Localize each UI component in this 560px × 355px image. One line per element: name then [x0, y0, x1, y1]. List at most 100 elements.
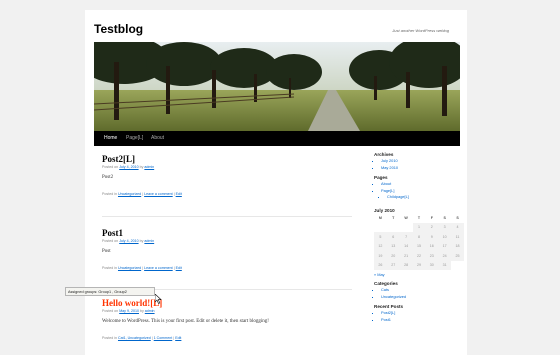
- meta-by: by: [139, 309, 144, 313]
- calendar-pad: [387, 223, 400, 233]
- recent-post-link[interactable]: Post1: [381, 317, 464, 324]
- calendar-day: 16: [425, 241, 439, 251]
- calendar-day: 28: [399, 260, 413, 270]
- edit-link[interactable]: Edit: [175, 336, 181, 340]
- calendar-day: 3: [438, 222, 452, 232]
- calendar-day: 18: [451, 241, 464, 251]
- site-description: Just another WordPress weblog: [392, 28, 449, 33]
- calendar-day[interactable]: 4: [451, 222, 464, 232]
- calendar-day: 8: [412, 232, 426, 242]
- meta-prefix: Posted on: [102, 239, 119, 243]
- post-item: Hello world![L] Posted on May 9, 2010 by…: [102, 298, 352, 340]
- post-content: Post2: [102, 175, 114, 180]
- calendar-table: M T W T F S S 1 2 3 4 5 6 7 8 9 10 11 12…: [374, 214, 464, 271]
- calendar-day: 30: [425, 260, 439, 270]
- page-link-label[interactable]: Page[L]: [381, 188, 394, 193]
- comment-link[interactable]: Leave a comment: [144, 266, 173, 270]
- post-author-link[interactable]: admin: [145, 309, 155, 313]
- post-date-link[interactable]: July 4, 2010: [119, 165, 138, 169]
- assigned-groups-tooltip: Assigned groups: Group1 , Group2: [65, 287, 155, 296]
- calendar-day: 11: [451, 232, 464, 242]
- header-image: [94, 42, 460, 131]
- nav-item-home[interactable]: Home: [99, 131, 122, 146]
- calendar-day: 2: [425, 222, 439, 232]
- nav-item-about[interactable]: About: [146, 131, 169, 146]
- meta-prefix: Posted on: [102, 165, 119, 169]
- calendar-weekday: T: [417, 216, 421, 220]
- utility-separator: |: [173, 192, 175, 196]
- calendar-day: 23: [425, 251, 439, 261]
- calendar-weekday: M: [378, 216, 382, 220]
- pages-widget: Pages About Page[L] Childpage[L]: [374, 175, 464, 201]
- calendar-caption: July 2010: [374, 207, 395, 213]
- calendar-day: 15: [412, 241, 426, 251]
- calendar-pad: [400, 223, 413, 233]
- edit-link[interactable]: Edit: [176, 192, 182, 196]
- post-date-link[interactable]: May 9, 2010: [119, 309, 139, 313]
- page-link[interactable]: Page[L] Childpage[L]: [381, 188, 464, 201]
- category-item[interactable]: Uncategorized: [381, 294, 464, 301]
- calendar-day: 12: [374, 241, 387, 251]
- posted-in-label: Posted in: [102, 336, 117, 340]
- calendar-day: 26: [374, 260, 387, 270]
- calendar-day: 20: [386, 251, 400, 261]
- page-wrapper: Testblog Just another WordPress weblog H…: [85, 10, 467, 355]
- post-item: Post2[L] Posted on July 4, 2010 by admin…: [102, 154, 352, 196]
- post-item: Post1 Posted on July 4, 2010 by admin Po…: [102, 228, 352, 270]
- post-content: Welcome to WordPress. This is your first…: [102, 319, 269, 324]
- posted-in-label: Posted in: [102, 192, 117, 196]
- archive-link[interactable]: May 2010: [381, 165, 464, 172]
- post-utility: Posted in Cat1, Uncategorized | 1 Commen…: [102, 336, 352, 340]
- category-link[interactable]: Uncategorized: [118, 266, 141, 270]
- recent-posts-widget: Recent Posts Post2[L] Post1: [374, 304, 464, 323]
- utility-separator: |: [142, 192, 144, 196]
- meta-by: by: [139, 165, 144, 169]
- calendar-day: 21: [399, 251, 413, 261]
- posted-in-label: Posted in: [102, 266, 117, 270]
- widget-title: Categories: [374, 281, 398, 286]
- calendar-widget: July 2010 M T W T F S S 1 2 3 4 5 6 7 8 …: [374, 207, 464, 277]
- post-utility: Posted in Uncategorized | Leave a commen…: [102, 266, 352, 270]
- calendar-day: 10: [438, 232, 452, 242]
- category-link[interactable]: Uncategorized: [118, 192, 141, 196]
- calendar-weekday: S: [456, 216, 459, 220]
- post-date-link[interactable]: July 4, 2010: [119, 239, 138, 243]
- category-link[interactable]: Cat1, Uncategorized: [118, 336, 151, 340]
- comment-link[interactable]: Leave a comment: [144, 192, 173, 196]
- site-title[interactable]: Testblog: [94, 22, 143, 36]
- calendar-day: 7: [399, 232, 413, 242]
- post-meta: Posted on May 9, 2010 by admin: [102, 309, 352, 313]
- calendar-day: 6: [386, 232, 400, 242]
- utility-separator: |: [142, 266, 144, 270]
- mouse-cursor-icon: [155, 294, 162, 304]
- main-navigation: Home Page[L] About: [94, 131, 460, 146]
- comment-link[interactable]: 1 Comment: [154, 336, 173, 340]
- calendar-prev-link[interactable]: « May: [374, 272, 464, 277]
- post-meta: Posted on July 4, 2010 by admin: [102, 239, 352, 243]
- meta-by: by: [139, 239, 144, 243]
- calendar-day: 13: [386, 241, 400, 251]
- calendar-pad: [451, 261, 464, 271]
- widget-title: Pages: [374, 175, 388, 180]
- post-author-link[interactable]: admin: [144, 239, 154, 243]
- calendar-day: 29: [412, 260, 426, 270]
- post-content: Post: [102, 249, 111, 254]
- calendar-day: 1: [412, 222, 426, 232]
- utility-separator: |: [173, 266, 175, 270]
- categories-widget: Categories Cats Uncategorized: [374, 281, 464, 300]
- post-title[interactable]: Post2[L]: [102, 154, 352, 164]
- edit-link[interactable]: Edit: [176, 266, 182, 270]
- post-author-link[interactable]: admin: [144, 165, 154, 169]
- nav-item-page[interactable]: Page[L]: [121, 131, 148, 146]
- calendar-day: 9: [425, 232, 439, 242]
- calendar-day: 19: [374, 251, 387, 261]
- archives-widget: Archives July 2010 May 2010: [374, 152, 464, 171]
- child-page-link[interactable]: Childpage[L]: [387, 194, 464, 201]
- post-title[interactable]: Hello world![L]: [102, 298, 352, 308]
- calendar-weekday: W: [404, 216, 408, 220]
- calendar-day: 27: [386, 260, 400, 270]
- calendar-day: 31: [438, 260, 452, 270]
- utility-separator: |: [151, 336, 153, 340]
- post-title[interactable]: Post1: [102, 228, 352, 238]
- sidebar: Archives July 2010 May 2010 Pages About …: [374, 152, 464, 323]
